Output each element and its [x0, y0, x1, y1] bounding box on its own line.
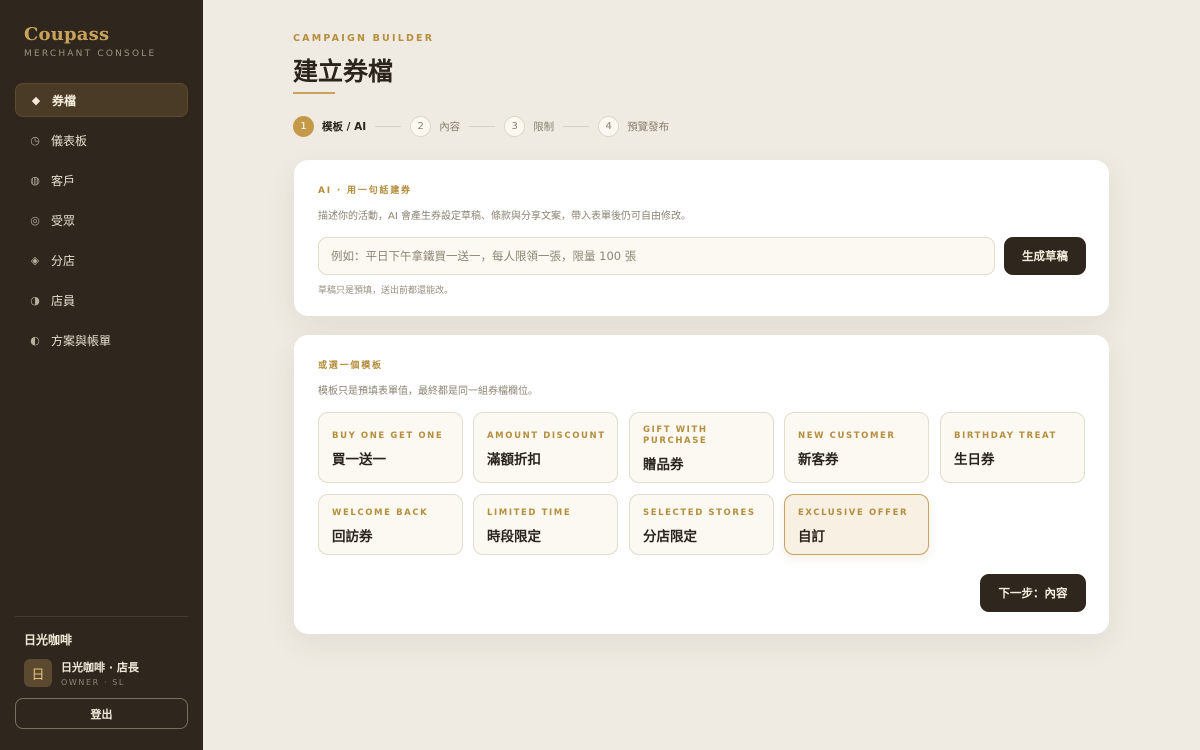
step-label: 預覽發布	[627, 121, 670, 133]
template-en-label: AMOUNT DISCOUNT	[487, 431, 606, 441]
diamond-icon: ◆	[31, 93, 41, 107]
brand-subtitle: MERCHANT CONSOLE	[24, 49, 157, 59]
next-step-button[interactable]: 下一步：內容	[980, 574, 1086, 612]
template-card-eyebrow: 或選一個模板	[318, 361, 383, 371]
sidebar-item-label: 客戶	[51, 173, 76, 188]
ai-card-eyebrow: AI · 用一句話建券	[318, 186, 412, 196]
template-zh-label: 自訂	[798, 529, 825, 545]
step-number: 4	[598, 116, 620, 137]
ai-prompt-input[interactable]	[318, 237, 995, 275]
dot-circle-icon: ◍	[30, 173, 40, 187]
template-exclusive-offer[interactable]: EXCLUSIVE OFFER 自訂	[784, 494, 929, 555]
step-template-ai[interactable]: 1 模板 / AI	[293, 116, 366, 137]
template-zh-label: 滿額折扣	[487, 452, 541, 468]
sidebar: Coupass MERCHANT CONSOLE ◆ 券檔 ◷ 儀表板 ◍ 客戶…	[0, 0, 203, 750]
page-title: 建立券檔	[293, 57, 394, 86]
sidebar-item-label: 受眾	[51, 213, 76, 228]
sidebar-item-label: 券檔	[52, 93, 77, 108]
page-eyebrow: CAMPAIGN BUILDER	[293, 33, 435, 44]
template-en-label: BIRTHDAY TREAT	[954, 431, 1057, 441]
template-card-description: 模板只是預填表單值，最終都是同一組券檔欄位。	[318, 386, 538, 397]
sidebar-item-label: 儀表板	[51, 133, 88, 148]
step-number: 1	[293, 116, 314, 137]
template-birthday-treat[interactable]: BIRTHDAY TREAT 生日券	[940, 412, 1085, 483]
sidebar-item-audiences[interactable]: ◎ 受眾	[15, 203, 188, 237]
sidebar-nav: ◆ 券檔 ◷ 儀表板 ◍ 客戶 ◎ 受眾 ◈ 分店 ◑ 店員 ◐ 方案與帳單	[15, 83, 188, 363]
template-selected-stores[interactable]: SELECTED STORES 分店限定	[629, 494, 774, 555]
sidebar-item-stores[interactable]: ◈ 分店	[15, 243, 188, 277]
sidebar-item-customers[interactable]: ◍ 客戶	[15, 163, 188, 197]
template-zh-label: 買一送一	[332, 452, 386, 468]
sidebar-item-dashboard[interactable]: ◷ 儀表板	[15, 123, 188, 157]
template-gift-with-purchase[interactable]: GIFT WITH PURCHASE 贈品券	[629, 412, 774, 483]
sidebar-item-label: 方案與帳單	[51, 333, 112, 348]
sidebar-item-staff[interactable]: ◑ 店員	[15, 283, 188, 317]
avatar: 日	[24, 659, 52, 687]
diamond-dot-icon: ◈	[30, 253, 40, 267]
store-name: 日光咖啡	[24, 633, 73, 647]
template-zh-label: 時段限定	[487, 529, 541, 545]
logout-button[interactable]: 登出	[15, 698, 188, 729]
step-number: 2	[410, 116, 432, 137]
sidebar-item-billing[interactable]: ◐ 方案與帳單	[15, 323, 188, 357]
sidebar-item-label: 店員	[51, 293, 76, 308]
step-preview-publish[interactable]: 4 預覽發布	[598, 116, 669, 137]
clock-icon: ◷	[30, 133, 40, 147]
template-zh-label: 贈品券	[643, 457, 684, 473]
template-card: 或選一個模板 模板只是預填表單值，最終都是同一組券檔欄位。 BUY ONE GE…	[294, 335, 1109, 634]
title-underline	[293, 92, 335, 94]
sidebar-divider	[15, 616, 188, 617]
user-role: OWNER · SL	[61, 678, 125, 687]
user-name: 日光咖啡 · 店長	[61, 661, 139, 674]
half-circle-icon: ◑	[30, 293, 40, 307]
step-label: 模板 / AI	[322, 121, 367, 133]
step-connector	[563, 126, 590, 127]
sidebar-item-label: 分店	[51, 253, 76, 268]
template-limited-time[interactable]: LIMITED TIME 時段限定	[473, 494, 618, 555]
template-en-label: NEW CUSTOMER	[798, 431, 896, 441]
target-icon: ◎	[30, 213, 40, 227]
stepper: 1 模板 / AI 2 內容 3 限制 4 預覽發布	[293, 116, 669, 137]
ai-card-hint: 草稿只是預填，送出前都還能改。	[318, 286, 454, 296]
step-content[interactable]: 2 內容	[410, 116, 460, 137]
template-zh-label: 新客券	[798, 452, 839, 468]
step-label: 限制	[533, 121, 555, 133]
step-connector	[375, 126, 402, 127]
step-connector	[469, 126, 496, 127]
ai-card-description: 描述你的活動，AI 會產生券設定草稿、條款與分享文案，帶入表單後仍可自由修改。	[318, 211, 691, 222]
template-en-label: WELCOME BACK	[332, 508, 429, 518]
template-zh-label: 分店限定	[643, 529, 697, 545]
user-profile: 日 日光咖啡 · 店長 OWNER · SL	[24, 659, 139, 687]
template-en-label: SELECTED STORES	[643, 508, 756, 518]
template-en-label: LIMITED TIME	[487, 508, 572, 518]
template-en-label: GIFT WITH PURCHASE	[643, 425, 708, 446]
template-amount-discount[interactable]: AMOUNT DISCOUNT 滿額折扣	[473, 412, 618, 483]
template-new-customer[interactable]: NEW CUSTOMER 新客券	[784, 412, 929, 483]
sidebar-item-coupons[interactable]: ◆ 券檔	[15, 83, 188, 117]
step-restrictions[interactable]: 3 限制	[504, 116, 554, 137]
brand: Coupass MERCHANT CONSOLE	[24, 24, 156, 59]
step-number: 3	[504, 116, 526, 137]
ai-draft-card: AI · 用一句話建券 描述你的活動，AI 會產生券設定草稿、條款與分享文案，帶…	[294, 160, 1109, 316]
template-zh-label: 回訪券	[332, 529, 373, 545]
template-welcome-back[interactable]: WELCOME BACK 回訪券	[318, 494, 463, 555]
generate-draft-button[interactable]: 生成草稿	[1004, 237, 1086, 275]
half-circle-left-icon: ◐	[30, 333, 40, 347]
step-label: 內容	[439, 121, 461, 133]
template-en-label: BUY ONE GET ONE	[332, 431, 444, 441]
template-en-label: EXCLUSIVE OFFER	[798, 508, 909, 518]
template-buy-one-get-one[interactable]: BUY ONE GET ONE 買一送一	[318, 412, 463, 483]
brand-logo[interactable]: Coupass	[24, 24, 156, 45]
template-zh-label: 生日券	[954, 452, 995, 468]
